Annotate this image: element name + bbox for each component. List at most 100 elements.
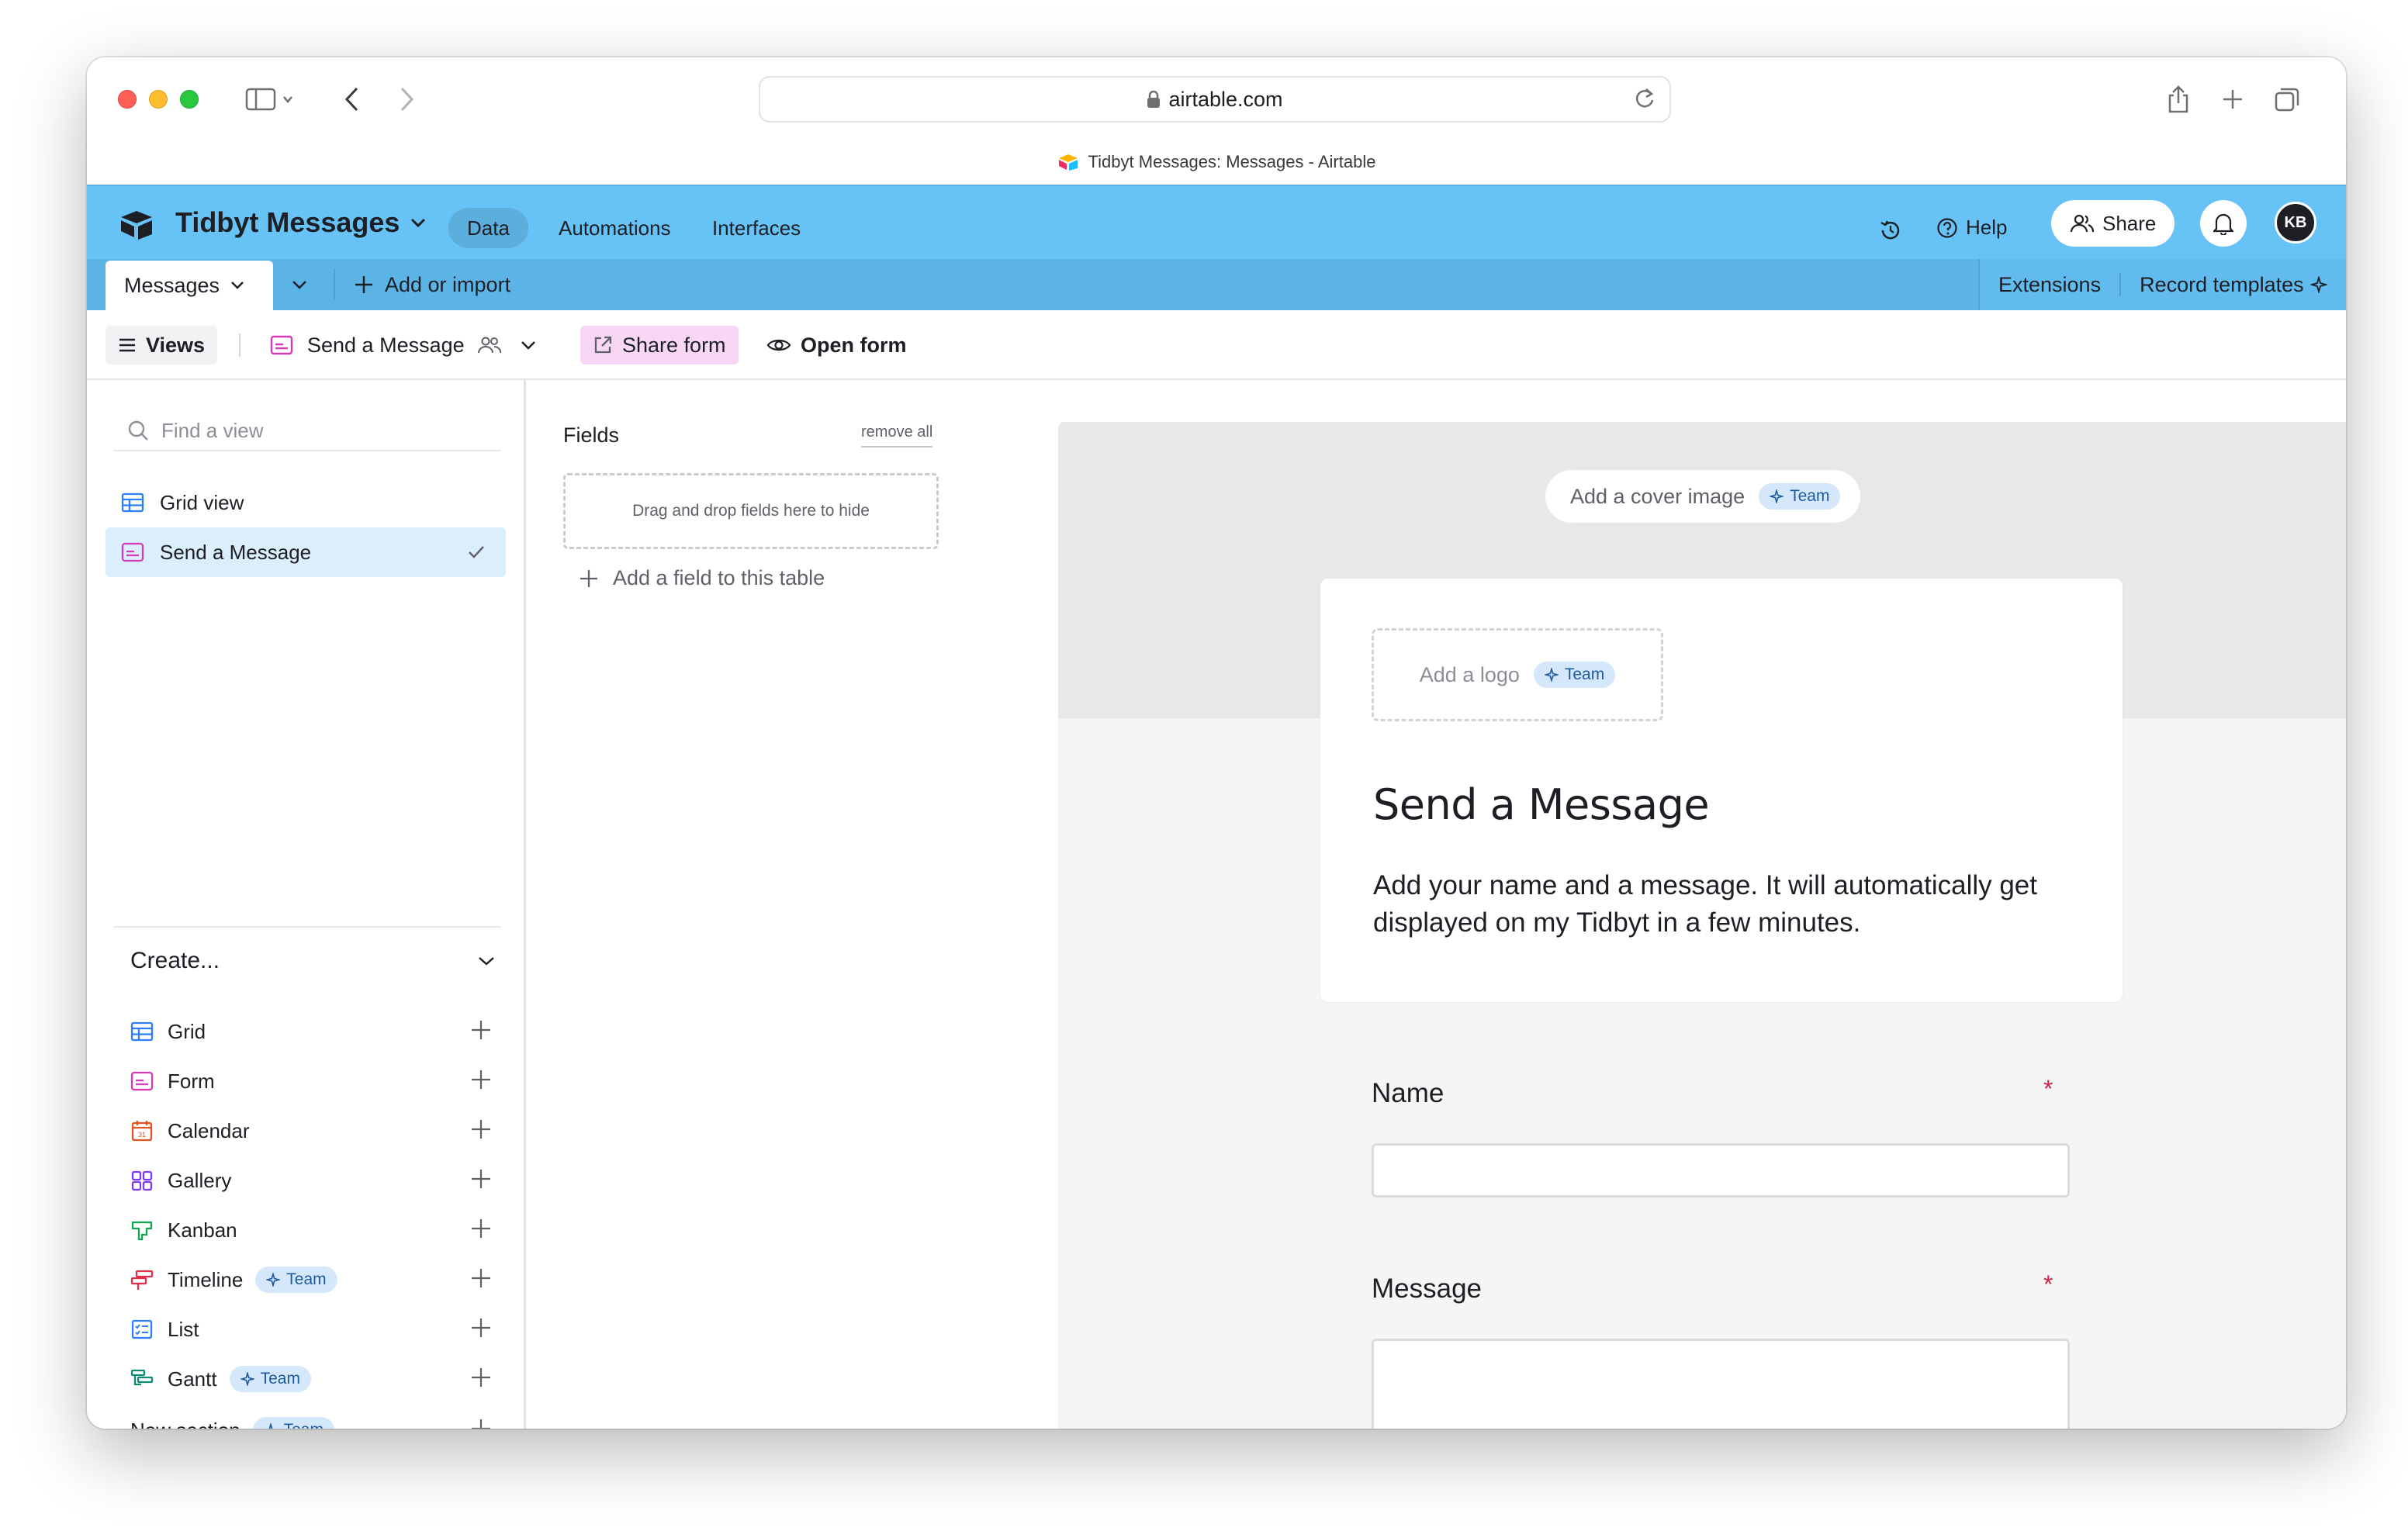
- menu-icon: [119, 338, 135, 352]
- plus-icon: [580, 569, 597, 587]
- create-list-view[interactable]: List: [130, 1308, 492, 1351]
- lock-icon: [1147, 90, 1161, 108]
- help-button[interactable]: Help: [1936, 216, 2007, 240]
- open-form-button[interactable]: Open form: [766, 326, 907, 365]
- forward-button[interactable]: [391, 84, 422, 115]
- address-bar[interactable]: airtable.com: [759, 76, 1671, 123]
- add-logo-button[interactable]: Add a logo Team: [1372, 628, 1663, 721]
- create-gantt-view[interactable]: Gantt Team: [130, 1357, 492, 1401]
- tab-automations[interactable]: Automations: [540, 208, 690, 248]
- gantt-icon: [130, 1369, 154, 1386]
- record-templates-button[interactable]: Record templates: [2140, 273, 2304, 297]
- notifications-button[interactable]: [2200, 200, 2247, 247]
- chevron-down-icon: [411, 218, 426, 228]
- chevron-down-icon: [231, 282, 244, 289]
- plus-icon: [472, 1070, 490, 1089]
- create-gallery-view[interactable]: Gallery: [130, 1159, 492, 1202]
- eye-icon: [766, 339, 791, 351]
- form-description[interactable]: Add your name and a message. It will aut…: [1373, 867, 2087, 942]
- remove-all-button[interactable]: remove all: [861, 423, 933, 448]
- message-input[interactable]: [1372, 1339, 2070, 1429]
- history-button[interactable]: [1879, 219, 1902, 242]
- sparkle-icon: [266, 1273, 281, 1287]
- sidebar-divider: [113, 926, 501, 928]
- calendar-icon: 31: [131, 1121, 153, 1142]
- sidebar-icon: [245, 88, 292, 111]
- timeline-icon: [130, 1270, 154, 1290]
- base-name-menu[interactable]: Tidbyt Messages: [175, 206, 426, 239]
- table-tab-messages[interactable]: Messages: [106, 261, 273, 310]
- sparkle-icon: [2309, 276, 2327, 293]
- current-view-menu[interactable]: Send a Message: [270, 326, 536, 365]
- views-sidebar: Find a view Grid view Send a Message Cre…: [87, 380, 526, 1429]
- view-item-grid-view[interactable]: Grid view: [106, 478, 506, 527]
- share-page-button[interactable]: [2163, 84, 2194, 115]
- new-tab-button[interactable]: [2217, 84, 2248, 115]
- history-icon: [1880, 220, 1900, 240]
- extensions-button[interactable]: Extensions: [1998, 273, 2101, 297]
- sparkle-icon: [240, 1372, 254, 1386]
- add-or-import-button[interactable]: Add or import: [334, 269, 510, 300]
- create-new-section[interactable]: New section Team: [130, 1408, 492, 1429]
- bell-icon: [2213, 213, 2233, 235]
- sidebar-toggle-button[interactable]: [239, 84, 301, 115]
- svg-text:31: 31: [138, 1131, 146, 1139]
- plus-icon: [472, 1120, 490, 1139]
- create-timeline-view[interactable]: Timeline Team: [130, 1258, 492, 1301]
- zoom-window-button[interactable]: [180, 90, 199, 109]
- all-tables-dropdown[interactable]: [292, 259, 307, 310]
- minimize-window-button[interactable]: [149, 90, 168, 109]
- external-link-icon: [594, 336, 612, 354]
- create-form-view[interactable]: Form: [130, 1059, 492, 1103]
- tabs-icon: [2275, 88, 2299, 112]
- hidden-fields-drop-zone[interactable]: Drag and drop fields here to hide: [563, 473, 939, 549]
- page-tab-title: Tidbyt Messages: Messages - Airtable: [87, 152, 2346, 172]
- share-button[interactable]: Share: [2051, 200, 2175, 247]
- form-title[interactable]: Send a Message: [1373, 780, 1710, 829]
- close-window-button[interactable]: [118, 90, 137, 109]
- create-calendar-view[interactable]: 31 Calendar: [130, 1109, 492, 1153]
- tables-bar-right: Extensions Record templates: [1978, 259, 2346, 310]
- create-grid-view[interactable]: Grid: [130, 1010, 492, 1053]
- tab-data[interactable]: Data: [448, 208, 528, 248]
- back-button[interactable]: [337, 84, 368, 115]
- collaborators-icon: [477, 337, 501, 354]
- reload-icon[interactable]: [1634, 87, 1656, 110]
- gallery-icon: [131, 1170, 153, 1191]
- team-badge: Team: [252, 1417, 334, 1429]
- create-kanban-view[interactable]: Kanban: [130, 1208, 492, 1252]
- view-item-send-a-message[interactable]: Send a Message: [106, 527, 506, 577]
- fields-panel: Fields remove all Drag and drop fields h…: [526, 380, 977, 1429]
- sparkle-icon: [1770, 489, 1784, 503]
- share-form-button[interactable]: Share form: [580, 326, 739, 365]
- browser-window: airtable.com Tidbyt Messages: Messages -…: [87, 57, 2346, 1429]
- plus-icon: [2223, 90, 2242, 109]
- chevron-down-icon: [479, 957, 494, 966]
- add-cover-image-button[interactable]: Add a cover image Team: [1545, 470, 1861, 523]
- chevron-down-icon: [292, 281, 306, 289]
- tables-bar: Messages Add or import Extensions Record…: [87, 259, 2346, 310]
- team-badge: Team: [229, 1366, 311, 1392]
- tab-overview-button[interactable]: [2271, 84, 2302, 115]
- required-marker: *: [2043, 1075, 2053, 1103]
- divider: [239, 334, 240, 357]
- form-icon: [270, 335, 293, 355]
- view-bar: Views Send a Message Share form Open for…: [87, 310, 2346, 380]
- find-view-input[interactable]: Find a view: [113, 411, 501, 451]
- app-header: Tidbyt Messages Data Automations Interfa…: [87, 185, 2346, 259]
- create-section-toggle[interactable]: Create...: [130, 948, 495, 974]
- views-toggle-button[interactable]: Views: [106, 326, 218, 365]
- team-badge: Team: [255, 1267, 337, 1293]
- plus-icon: [472, 1021, 490, 1039]
- avatar[interactable]: KB: [2275, 202, 2316, 244]
- name-input[interactable]: [1372, 1143, 2070, 1197]
- add-field-button[interactable]: Add a field to this table: [579, 566, 825, 590]
- plus-icon: [472, 1318, 490, 1337]
- window-controls: [118, 90, 199, 109]
- plus-icon: [472, 1269, 490, 1287]
- team-badge: Team: [1533, 662, 1616, 688]
- plus-icon: [472, 1368, 490, 1387]
- plus-icon: [472, 1170, 490, 1188]
- tab-interfaces[interactable]: Interfaces: [694, 208, 819, 248]
- plus-icon: [472, 1219, 490, 1238]
